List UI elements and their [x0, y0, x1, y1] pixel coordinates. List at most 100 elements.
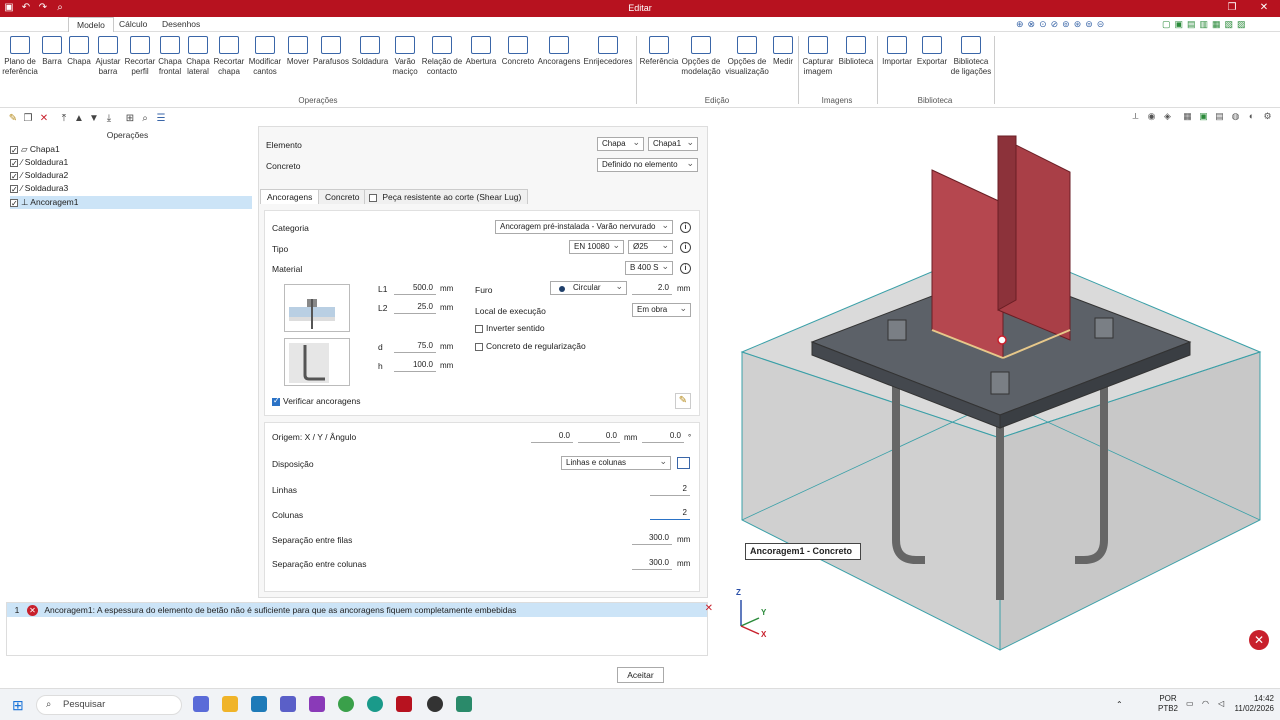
- cut-profile-button[interactable]: Recortar perfil: [124, 36, 156, 76]
- anchor-shape-thumbnail[interactable]: [284, 338, 350, 386]
- tab-calculo[interactable]: Cálculo: [111, 17, 155, 32]
- visibility-icon[interactable]: ◐: [1246, 111, 1257, 122]
- checkbox[interactable]: [369, 193, 377, 202]
- colunas-input[interactable]: 2: [650, 507, 690, 520]
- elemento-select[interactable]: Chapa1: [648, 136, 698, 151]
- settings-icon[interactable]: ⚙: [1262, 111, 1273, 122]
- measure-button[interactable]: Medir: [771, 36, 795, 67]
- language-indicator[interactable]: POR PTB2: [1155, 694, 1181, 714]
- view-tools-icon[interactable]: ⊕⊗⊙⊘⊚⊛⊜⊝: [1016, 19, 1156, 31]
- store-icon[interactable]: [251, 696, 267, 712]
- tab-ancoragens[interactable]: Ancoragens: [260, 189, 320, 204]
- accept-button[interactable]: Aceitar: [617, 667, 664, 683]
- close-messages-icon[interactable]: ✕: [705, 603, 713, 614]
- info-icon[interactable]: i: [680, 222, 691, 233]
- L1-input[interactable]: 500.0: [394, 282, 436, 295]
- move-bottom-icon[interactable]: ⤓: [103, 113, 115, 125]
- section-icon[interactable]: ▣: [1198, 111, 1209, 122]
- tipo-norma-select[interactable]: EN 10080: [569, 239, 624, 254]
- tree-item-soldadura3[interactable]: ∕ Soldadura3: [10, 182, 252, 196]
- stiffeners-button[interactable]: Enrijecedores: [583, 36, 633, 67]
- h-input[interactable]: 100.0: [394, 359, 436, 372]
- tab-concreto[interactable]: Concreto: [318, 189, 367, 204]
- pencil-icon[interactable]: ✎: [675, 393, 691, 409]
- checkbox[interactable]: [10, 183, 18, 196]
- capture-image-button[interactable]: Capturar imagem: [801, 36, 835, 76]
- inverter-checkbox[interactable]: Inverter sentido: [475, 323, 545, 333]
- furo-input[interactable]: 2.0: [632, 282, 672, 295]
- tree-view-icon[interactable]: ⊞: [124, 113, 136, 125]
- move-button[interactable]: Mover: [285, 36, 311, 67]
- volume-icon[interactable]: ◁: [1218, 699, 1224, 709]
- sep-filas-input[interactable]: 300.0: [632, 532, 672, 545]
- taskbar-search[interactable]: ⌕ Pesquisar: [36, 695, 182, 715]
- cut-plate-button[interactable]: Recortar chapa: [213, 36, 245, 76]
- L2-input[interactable]: 25.0: [394, 301, 436, 314]
- linhas-input[interactable]: 2: [650, 483, 690, 496]
- concreto-select[interactable]: Definido no elemento: [597, 157, 698, 172]
- edge-icon[interactable]: [367, 696, 383, 712]
- search-icon[interactable]: ⌕: [139, 113, 151, 125]
- library-button[interactable]: Biblioteca: [837, 36, 875, 67]
- front-plate-button[interactable]: Chapa frontal: [157, 36, 183, 76]
- reference-button[interactable]: Referência: [639, 36, 679, 67]
- move-top-icon[interactable]: ⤒: [58, 113, 70, 125]
- connections-library-button[interactable]: Biblioteca de ligações: [950, 36, 992, 76]
- cype-icon[interactable]: [396, 696, 412, 712]
- checkbox[interactable]: [10, 170, 18, 183]
- checkbox[interactable]: [10, 197, 18, 210]
- teams-icon[interactable]: [280, 696, 296, 712]
- delete-icon[interactable]: ✕: [38, 113, 50, 125]
- wifi-icon[interactable]: ◠: [1202, 699, 1209, 709]
- plate-button[interactable]: Chapa: [66, 36, 92, 67]
- weld-button[interactable]: Soldadura: [351, 36, 389, 67]
- regularizacao-checkbox[interactable]: Concreto de regularização: [475, 341, 586, 351]
- error-close-icon[interactable]: ✕: [1249, 630, 1269, 650]
- modeling-options-button[interactable]: Opções de modelação: [680, 36, 722, 76]
- github-icon[interactable]: [427, 696, 443, 712]
- move-down-icon[interactable]: ▼: [88, 113, 100, 125]
- chrome-icon[interactable]: [338, 696, 354, 712]
- tab-desenhos[interactable]: Desenhos: [154, 17, 208, 32]
- info-icon[interactable]: i: [680, 242, 691, 253]
- modify-corners-button[interactable]: Modificar cantos: [247, 36, 283, 76]
- concrete-button[interactable]: Concreto: [500, 36, 536, 67]
- verificar-checkbox[interactable]: Verificar ancoragens: [272, 396, 361, 406]
- tree-item-soldadura2[interactable]: ∕ Soldadura2: [10, 169, 252, 183]
- list-icon[interactable]: ☰: [155, 113, 167, 125]
- move-up-icon[interactable]: ▲: [73, 113, 85, 125]
- shading-icon[interactable]: ◍: [1230, 111, 1241, 122]
- message-row[interactable]: 1 ✕ Ancoragem1: A espessura do elemento d…: [7, 603, 707, 617]
- side-plate-button[interactable]: Chapa lateral: [185, 36, 211, 76]
- 3d-view[interactable]: [722, 126, 1280, 660]
- tipo-diam-select[interactable]: Ø25: [628, 239, 673, 254]
- copy-icon[interactable]: ❐: [22, 113, 34, 125]
- wireframe-icon[interactable]: ▤: [1214, 111, 1225, 122]
- info-icon[interactable]: i: [680, 263, 691, 274]
- close-icon[interactable]: ✕: [1258, 2, 1270, 14]
- solid-rod-button[interactable]: Varão maciço: [390, 36, 420, 76]
- checkbox[interactable]: [10, 157, 18, 170]
- anchor-head-thumbnail[interactable]: [284, 284, 350, 332]
- adjust-bar-button[interactable]: Ajustar barra: [93, 36, 123, 76]
- tree-item-ancoragem1[interactable]: ⊥ Ancoragem1: [10, 196, 252, 210]
- material-select[interactable]: B 400 S: [625, 260, 673, 275]
- local-select[interactable]: Em obra: [632, 302, 691, 317]
- axes-icon[interactable]: ⟂: [1130, 111, 1141, 122]
- origem-x-input[interactable]: 0.0: [531, 430, 573, 443]
- restore-icon[interactable]: ❐: [1226, 2, 1238, 14]
- table-icon[interactable]: [677, 457, 690, 469]
- import-button[interactable]: Importar: [880, 36, 914, 67]
- bar-button[interactable]: Barra: [40, 36, 64, 67]
- opening-button[interactable]: Abertura: [464, 36, 498, 67]
- clock[interactable]: 14:42 11/02/2026: [1234, 694, 1274, 714]
- origem-angle-input[interactable]: 0.0: [642, 430, 684, 443]
- cype-connect-icon[interactable]: [456, 696, 472, 712]
- eye-icon[interactable]: ◉: [1146, 111, 1157, 122]
- chevron-up-icon[interactable]: ⌃: [1116, 700, 1123, 710]
- display-tools-icon[interactable]: ▢▣▤▥▦▧▨: [1162, 19, 1274, 31]
- tab-modelo[interactable]: Modelo: [68, 17, 114, 32]
- checkbox[interactable]: [10, 144, 18, 157]
- tab-shear-lug[interactable]: Peça resistente ao corte (Shear Lug): [364, 189, 529, 204]
- anchors-button[interactable]: Ancoragens: [537, 36, 581, 67]
